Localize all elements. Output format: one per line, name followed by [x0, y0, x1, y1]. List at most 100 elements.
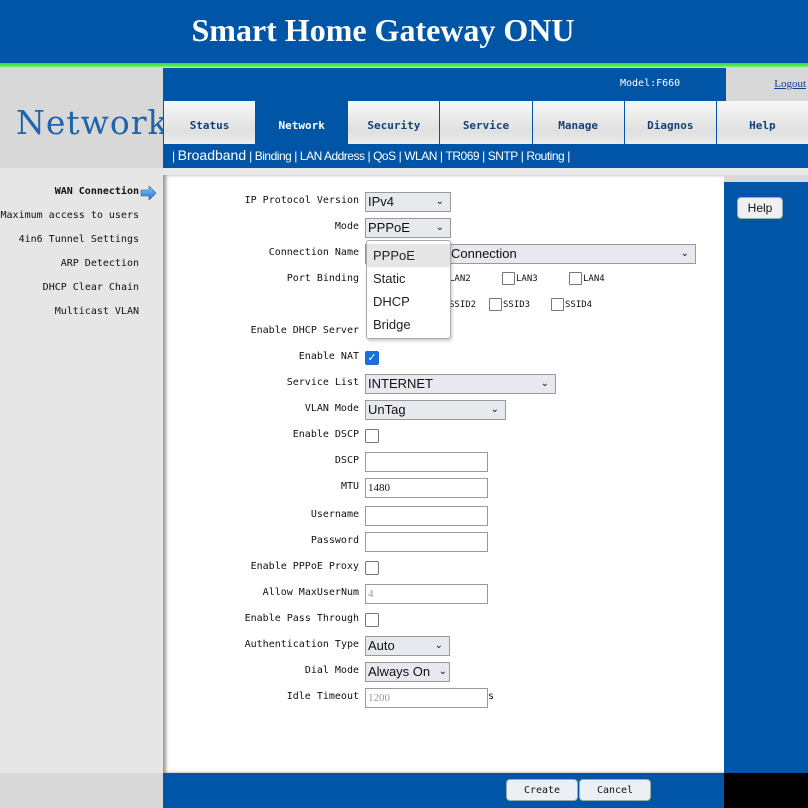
select-value: IPv4 — [368, 194, 395, 209]
select-value: UnTag — [368, 402, 406, 417]
allow-maxusernum-input[interactable]: 4 — [365, 584, 488, 604]
checkbox-label: LAN3 — [516, 273, 538, 284]
authentication-type-select[interactable]: Auto ⌄ — [365, 636, 450, 656]
chevron-down-icon: ⌄ — [434, 640, 443, 651]
checkbox-label: SSID3 — [503, 299, 531, 310]
chevron-down-icon: ⌄ — [435, 196, 444, 207]
sidebar-item-maximum-access[interactable]: Maximum access to users — [1, 210, 163, 234]
label-allow-maxusernum: Allow MaxUserNum — [262, 587, 359, 598]
header-divider — [0, 63, 808, 67]
tab-help[interactable]: Help — [716, 101, 808, 144]
label-idle-timeout: Idle Timeout — [286, 691, 359, 702]
mode-option-dhcp[interactable]: DHCP — [367, 290, 450, 313]
sub-navigation: | Broadband | Binding | LAN Address | QoS | WLAN |… — [163, 144, 808, 168]
select-value: Auto — [368, 638, 395, 653]
label-username: Username — [310, 509, 359, 520]
dial-mode-select[interactable]: Always On ⌄ — [365, 662, 450, 682]
model-value: F660 — [656, 78, 681, 89]
subnav-tr069[interactable]: TR069 — [446, 149, 480, 163]
enable-pppoe-proxy-checkbox[interactable] — [365, 561, 379, 575]
select-value: Connection — [451, 246, 517, 261]
port-binding-lan4[interactable]: LAN4 — [569, 272, 605, 285]
tab-service[interactable]: Service — [440, 101, 532, 144]
mode-option-pppoe[interactable]: PPPoE — [367, 244, 450, 267]
select-value: Always On — [368, 664, 431, 679]
sidebar-item-arp-detection[interactable]: ARP Detection — [1, 258, 139, 282]
row-enable-nat: Enable NAT ✓ — [163, 348, 724, 368]
dscp-input[interactable] — [365, 452, 488, 472]
sidebar-item-multicast-vlan[interactable]: Multicast VLAN — [1, 306, 139, 330]
sidebar-item-wan-connection[interactable]: WAN Connection — [1, 186, 139, 210]
tab-security[interactable]: Security — [348, 101, 440, 144]
help-button[interactable]: Help — [737, 197, 783, 219]
subnav-qos[interactable]: QoS — [373, 149, 396, 163]
sidebar-item-dhcp-clear-chain[interactable]: DHCP Clear Chain — [1, 282, 139, 306]
content-top-shade — [163, 168, 808, 175]
mode-dropdown-list: PPPoE Static DHCP Bridge — [366, 240, 451, 339]
label-dscp: DSCP — [334, 455, 359, 466]
idle-timeout-input[interactable]: 1200 — [365, 688, 488, 708]
row-ip-protocol-version: IP Protocol Version IPv4 ⌄ — [163, 192, 724, 212]
label-password: Password — [310, 535, 359, 546]
chevron-down-icon: ⌄ — [540, 378, 549, 389]
checkbox[interactable] — [502, 272, 515, 285]
subnav-sntp[interactable]: SNTP — [488, 149, 519, 163]
row-mode: Mode PPPoE ⌄ — [163, 218, 724, 238]
current-arrow-icon — [140, 186, 157, 200]
vlan-mode-select[interactable]: UnTag ⌄ — [365, 400, 506, 420]
logout-link[interactable]: Logout — [774, 78, 806, 90]
port-binding-lan3[interactable]: LAN3 — [502, 272, 538, 285]
mtu-input[interactable]: 1480 — [365, 478, 488, 498]
label-mode: Mode — [334, 221, 359, 232]
subnav-broadband[interactable]: Broadband — [178, 147, 247, 163]
chevron-down-icon: ⌄ — [680, 248, 689, 259]
tab-network[interactable]: Network — [256, 101, 348, 144]
mode-select[interactable]: PPPoE ⌄ — [365, 218, 451, 238]
row-mtu: MTU 1480 — [163, 478, 724, 498]
enable-nat-checkbox[interactable]: ✓ — [365, 351, 379, 365]
port-binding-ssid3[interactable]: SSID3 — [489, 298, 530, 311]
label-connection-name: Connection Name — [268, 247, 359, 258]
model-info: Model:F660 — [620, 78, 680, 89]
checkbox-label: LAN4 — [583, 273, 605, 284]
subnav-wlan[interactable]: WLAN — [404, 149, 437, 163]
label-enable-dscp: Enable DSCP — [292, 429, 359, 440]
subnav-routing[interactable]: Routing — [526, 149, 564, 163]
chevron-down-icon: ⌄ — [438, 666, 447, 677]
sidebar-item-4in6-tunnel[interactable]: 4in6 Tunnel Settings — [1, 234, 139, 258]
label-enable-nat: Enable NAT — [298, 351, 359, 362]
enable-pass-through-checkbox[interactable] — [365, 613, 379, 627]
tab-manage[interactable]: Manage — [532, 101, 624, 144]
create-button[interactable]: Create — [506, 779, 578, 801]
help-column — [724, 182, 808, 773]
password-input[interactable] — [365, 532, 488, 552]
subnav-lan-address[interactable]: LAN Address — [300, 149, 365, 163]
row-enable-pass-through: Enable Pass Through — [163, 610, 724, 630]
username-input[interactable] — [365, 506, 488, 526]
checkbox[interactable] — [551, 298, 564, 311]
label-enable-pass-through: Enable Pass Through — [244, 613, 359, 624]
tab-status[interactable]: Status — [164, 101, 256, 144]
row-username: Username — [163, 506, 724, 526]
label-ip-protocol-version: IP Protocol Version — [244, 195, 359, 206]
checkbox-label: SSID4 — [565, 299, 593, 310]
main-tabs: Status Network Security Service Manage D… — [163, 101, 808, 144]
checkbox[interactable] — [489, 298, 502, 311]
row-allow-maxusernum: Allow MaxUserNum 4 — [163, 584, 724, 604]
service-list-select[interactable]: INTERNET ⌄ — [365, 374, 556, 394]
chevron-down-icon: ⌄ — [435, 222, 444, 233]
cancel-button[interactable]: Cancel — [579, 779, 651, 801]
subnav-binding[interactable]: Binding — [255, 149, 292, 163]
tab-diagnos[interactable]: Diagnos — [624, 101, 716, 144]
mode-option-static[interactable]: Static — [367, 267, 450, 290]
check-icon: ✓ — [367, 351, 377, 364]
ip-protocol-version-select[interactable]: IPv4 ⌄ — [365, 192, 451, 212]
footer-right — [724, 773, 808, 808]
row-vlan-mode: VLAN Mode UnTag ⌄ — [163, 400, 724, 420]
mode-option-bridge[interactable]: Bridge — [367, 313, 450, 336]
checkbox[interactable] — [569, 272, 582, 285]
sidebar: WAN Connection Maximum access to users 4… — [0, 168, 163, 773]
enable-dscp-checkbox[interactable] — [365, 429, 379, 443]
row-idle-timeout: Idle Timeout 1200 s — [163, 688, 724, 708]
port-binding-ssid4[interactable]: SSID4 — [551, 298, 592, 311]
